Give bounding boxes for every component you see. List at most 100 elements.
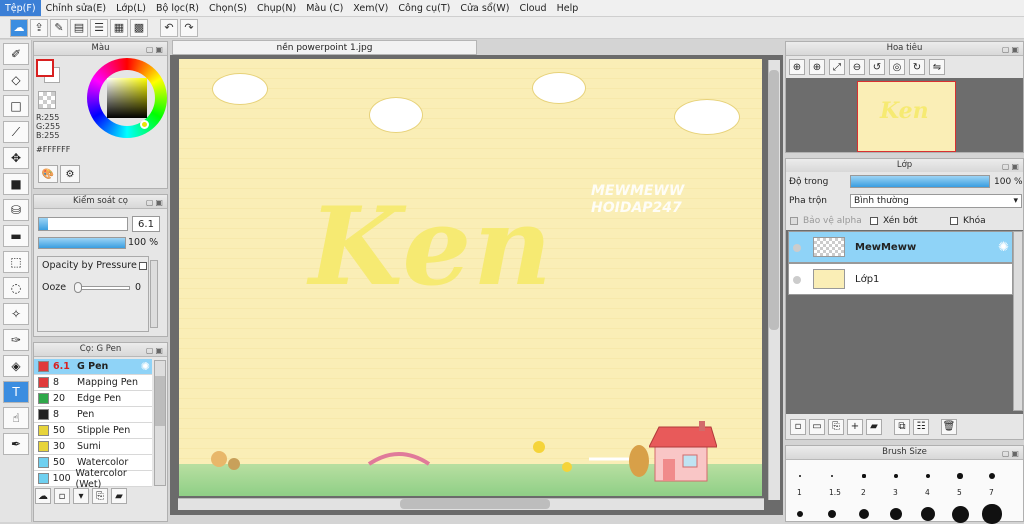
- opacity-by-pressure-checkbox[interactable]: [139, 262, 147, 270]
- zoom-out-icon[interactable]: ⊖: [849, 59, 865, 75]
- comment-icon[interactable]: ✎: [50, 18, 68, 37]
- magic-wand-tool-icon[interactable]: ✧: [3, 303, 29, 325]
- layer-opacity-slider[interactable]: [850, 175, 990, 188]
- menu-file[interactable]: Tệp(F): [0, 0, 41, 16]
- saturation-value-square[interactable]: [107, 78, 147, 118]
- lock-checkbox[interactable]: [950, 217, 958, 225]
- document-tab[interactable]: nền powerpoint 1.jpg: [172, 40, 477, 55]
- delete-layer-icon[interactable]: 🗑: [941, 418, 957, 435]
- rotate-left-icon[interactable]: ↺: [869, 59, 885, 75]
- grid-icon[interactable]: ▩: [130, 18, 148, 37]
- eyedropper-tool-icon[interactable]: ✒: [3, 433, 29, 455]
- export-icon[interactable]: ⇪: [30, 18, 48, 37]
- select-rect-tool-icon[interactable]: ⬚: [3, 251, 29, 273]
- brush-menu-icon[interactable]: ▾: [73, 488, 89, 504]
- brush-size-dot[interactable]: [862, 474, 866, 478]
- undo-icon[interactable]: ↶: [160, 18, 178, 37]
- blend-mode-select[interactable]: Bình thường ▾: [850, 194, 1022, 208]
- canvas-vertical-scroll-thumb[interactable]: [769, 70, 779, 330]
- visibility-icon[interactable]: [793, 244, 801, 252]
- brush-list-item[interactable]: 20 Edge Pen: [34, 391, 152, 407]
- merge-layer-icon[interactable]: ⧉: [894, 418, 910, 435]
- brush-cloud-icon[interactable]: ☁: [35, 488, 51, 504]
- menu-select[interactable]: Chọn(S): [204, 0, 252, 16]
- palette-icon[interactable]: 🎨: [38, 165, 58, 183]
- foreground-color-swatch[interactable]: [36, 59, 54, 77]
- gradient-tool-icon[interactable]: ▬: [3, 225, 29, 247]
- menu-color[interactable]: Màu (C): [301, 0, 348, 16]
- hue-marker[interactable]: [140, 120, 149, 129]
- visibility-icon[interactable]: [793, 276, 801, 284]
- menu-layer[interactable]: Lớp(L): [111, 0, 151, 16]
- menu-filter[interactable]: Bộ lọc(R): [151, 0, 204, 16]
- canvas-horizontal-scroll-thumb[interactable]: [400, 499, 550, 509]
- brush-size-dot[interactable]: [894, 474, 898, 478]
- brush-list-item[interactable]: 50 Stipple Pen: [34, 423, 152, 439]
- menu-edit[interactable]: Chỉnh sửa(E): [41, 0, 112, 16]
- copy-brush-icon[interactable]: ⎘: [92, 488, 108, 504]
- gear-icon[interactable]: ✺: [998, 240, 1009, 255]
- protect-alpha-checkbox[interactable]: [790, 217, 798, 225]
- brush-folder-icon[interactable]: ▰: [111, 488, 127, 504]
- menu-window[interactable]: Cửa sổ(W): [455, 0, 514, 16]
- eraser-tool-icon[interactable]: ◇: [3, 69, 29, 91]
- brush-list-item[interactable]: 30 Sumi: [34, 439, 152, 455]
- clipping-checkbox[interactable]: [870, 217, 878, 225]
- brush-list-item[interactable]: 8 Pen: [34, 407, 152, 423]
- gear-icon[interactable]: ✺: [141, 360, 150, 373]
- layout-icon[interactable]: ▦: [110, 18, 128, 37]
- new-vector-layer-icon[interactable]: ▭: [809, 418, 825, 435]
- rotate-reset-icon[interactable]: ◎: [889, 59, 905, 75]
- hand-tool-icon[interactable]: ☝: [3, 407, 29, 429]
- layer-list-scrollbar[interactable]: [1013, 231, 1023, 411]
- redo-icon[interactable]: ↷: [180, 18, 198, 37]
- select-eraser-tool-icon[interactable]: ◈: [3, 355, 29, 377]
- menu-view[interactable]: Xem(V): [348, 0, 393, 16]
- brush-list-scroll-thumb[interactable]: [155, 376, 165, 426]
- menu-capture[interactable]: Chụp(N): [252, 0, 301, 16]
- fill-rect-tool-icon[interactable]: ■: [3, 173, 29, 195]
- brush-size-dot[interactable]: [951, 505, 969, 523]
- rectangle-tool-icon[interactable]: □: [3, 95, 29, 117]
- list-icon[interactable]: ☰: [90, 18, 108, 37]
- brush-size-value[interactable]: 6.1: [132, 216, 160, 232]
- transparent-color-swatch[interactable]: [38, 91, 56, 109]
- layer-row-lop1[interactable]: Lớp1: [788, 263, 1013, 295]
- navigator-preview[interactable]: Ken: [857, 81, 956, 152]
- brush-tool-icon[interactable]: ✐: [3, 43, 29, 65]
- cloud-icon[interactable]: ☁: [10, 18, 28, 37]
- brush-size-dot[interactable]: [982, 504, 1002, 524]
- brush-list-item[interactable]: 6.1 G Pen ✺: [34, 359, 152, 375]
- new-brush-icon[interactable]: ▫: [54, 488, 70, 504]
- brush-control-scrollbar[interactable]: [150, 260, 158, 328]
- brush-size-dot[interactable]: [957, 473, 963, 479]
- brush-list-item[interactable]: 8 Mapping Pen: [34, 375, 152, 391]
- zoom-plus-icon[interactable]: ⊕: [809, 59, 825, 75]
- brush-opacity-slider[interactable]: [38, 237, 126, 249]
- brush-size-dot[interactable]: [797, 511, 803, 517]
- duplicate-layer-icon[interactable]: ⎘: [828, 418, 844, 435]
- canvas[interactable]: Ken MEWMEWW HOIDAP247: [179, 59, 762, 496]
- text-tool-icon[interactable]: T: [3, 381, 29, 403]
- menu-tools[interactable]: Công cụ(T): [393, 0, 455, 16]
- new-layer-icon[interactable]: ▫: [790, 418, 806, 435]
- layer-clear-icon[interactable]: ☷: [913, 418, 929, 435]
- rotate-right-icon[interactable]: ↻: [909, 59, 925, 75]
- line-tool-icon[interactable]: ⟋: [3, 121, 29, 143]
- fit-icon[interactable]: ⤢: [829, 59, 845, 75]
- layer-row-mewmeww[interactable]: MewMeww ✺: [788, 231, 1013, 263]
- select-pen-tool-icon[interactable]: ✑: [3, 329, 29, 351]
- bucket-tool-icon[interactable]: ⛁: [3, 199, 29, 221]
- flip-icon[interactable]: ⇋: [929, 59, 945, 75]
- move-tool-icon[interactable]: ✥: [3, 147, 29, 169]
- ooze-slider[interactable]: [76, 286, 130, 290]
- layer-folder-icon[interactable]: ▰: [866, 418, 882, 435]
- palette-settings-icon[interactable]: ⚙: [60, 165, 80, 183]
- menu-cloud[interactable]: Cloud: [514, 0, 551, 16]
- brush-list-item[interactable]: 100 Watercolor (Wet): [34, 468, 152, 490]
- zoom-in-icon[interactable]: ⊕: [789, 59, 805, 75]
- brush-size-slider[interactable]: [38, 217, 128, 231]
- menu-help[interactable]: Help: [552, 0, 584, 16]
- lasso-tool-icon[interactable]: ◌: [3, 277, 29, 299]
- add-layer-menu-icon[interactable]: +: [847, 418, 863, 435]
